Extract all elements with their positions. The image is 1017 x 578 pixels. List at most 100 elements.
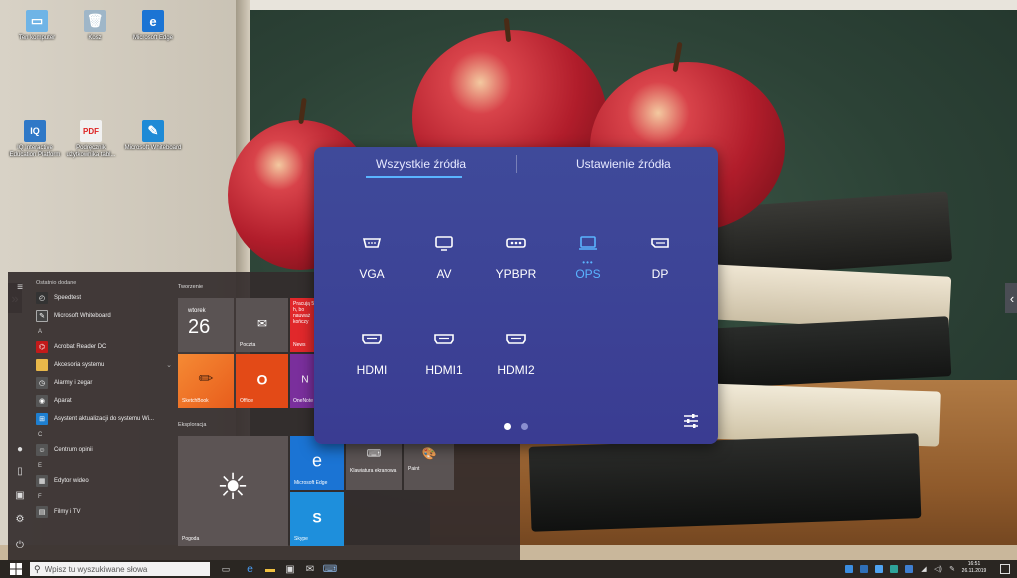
app-item-alarms[interactable]: ◷ Alarmy i zegar [36,374,172,392]
app-item-speedtest[interactable]: ◴ Speedtest [36,289,172,307]
tab-divider [516,155,517,173]
taskbar-clock[interactable]: 16:51 26.11.2019 [957,561,991,575]
desktop-icon-label: Microsoft Edge [132,35,174,41]
desktop-icon-whiteboard[interactable]: ✎ Microsoft Whiteboard [124,120,182,152]
paint-tile[interactable]: 🎨 Paint [404,436,454,490]
app-item-acrobat[interactable]: ⌬ Acrobat Reader DC [36,338,172,356]
clock-date: 26.11.2019 [961,568,987,574]
video-editor-icon: ▦ [36,475,48,487]
store-icon[interactable]: ▣ [284,563,296,575]
search-input[interactable] [44,564,195,574]
documents-icon[interactable]: ▯ [13,464,27,478]
keyboard-taskbar-icon[interactable]: ⌨ [323,563,337,575]
pictures-icon[interactable]: ▣ [13,488,27,502]
search-icon: ⚲ [34,563,41,574]
tile-label: SketchBook [182,398,209,404]
source-ypbpr[interactable]: YPBPR [488,233,544,281]
pencil-icon: ✏ [198,368,214,389]
desktop-icon-this-pc[interactable]: ▭ Ten komputer [8,10,66,42]
computer-icon: ▭ [26,10,48,32]
source-label: HDMI [356,363,388,377]
app-item-movies[interactable]: ▤ Filmy i TV [36,503,172,521]
tile-label: Microsoft Edge [294,480,328,486]
source-tabs: Wszystkie źródła Ustawienie źródła [314,147,718,181]
source-label: AV [436,267,452,281]
source-label: OPS [575,267,601,281]
app-item-accessories[interactable]: Akcesoria systemu ⌄ [36,356,172,374]
av-icon [435,236,453,251]
source-hdmi1[interactable]: HDMI1 [416,329,472,377]
app-item-feedback[interactable]: ☺ Centrum opinii [36,441,172,459]
notification-center-icon[interactable] [1000,564,1010,574]
mail-tile[interactable]: ✉ Poczta [236,298,288,352]
tab-source-settings[interactable]: Ustawienie źródła [576,157,671,171]
film-icon: ▤ [36,506,48,518]
tile-label: Paint [408,466,420,472]
sliders-settings-icon[interactable] [682,412,700,430]
file-explorer-icon[interactable]: ▬ [264,563,276,575]
right-side-panel-handle[interactable]: ‹ [1005,283,1017,313]
tray-app-icon[interactable] [905,565,913,573]
edge-icon: e [142,10,164,32]
letter-header-c[interactable]: C [36,428,172,441]
source-vga[interactable]: VGA [344,233,400,281]
source-label: YPBPR [495,267,537,281]
ypbpr-icon [506,238,526,248]
tray-app-icon[interactable] [875,565,883,573]
keyboard-tile[interactable]: ⌨ Klawiatura ekranowa [346,436,402,490]
ops-icon [579,236,597,250]
tile-label: Skype [294,536,308,542]
pdf-icon: PDF [80,120,102,142]
source-av[interactable]: AV [416,233,472,281]
calendar-day: wtorek [188,308,206,314]
volume-icon[interactable]: ◁) [932,563,944,575]
weather-tile[interactable]: ☀ Pogoda [178,436,288,546]
app-item-update-assistant[interactable]: ⊞ Asystent aktualizacji do systemu Wi... [36,410,172,428]
mail-icon: ✉ [256,316,268,331]
selected-indicator: ••• [582,258,594,267]
source-hdmi[interactable]: HDMI [344,329,400,377]
desktop-icon-recycle-bin[interactable]: 🗑 Kosz [66,10,124,42]
taskbar-search-box[interactable]: ⚲ [30,562,210,576]
skype-tile[interactable]: S Skype [290,492,344,546]
app-list: Ostatnio dodane ◴ Speedtest ✎ Microsoft … [36,276,172,521]
page-dot-active[interactable] [504,423,511,430]
source-dp[interactable]: DP [632,233,688,281]
source-hdmi2[interactable]: HDMI2 [488,329,544,377]
tile-group-create: Tworzenie [178,284,204,290]
edge-tile[interactable]: e Microsoft Edge [290,436,344,490]
letter-header-a[interactable]: A [36,325,172,338]
app-item-whiteboard[interactable]: ✎ Microsoft Whiteboard [36,307,172,325]
tray-app-icon[interactable] [845,565,853,573]
mail-taskbar-icon[interactable]: ✉ [304,563,316,575]
desktop-icon-user-manual[interactable]: PDF Podręcznik użytkownika tabl... [62,120,120,159]
desktop-icon-edge[interactable]: e Microsoft Edge [124,10,182,42]
windows-start-icon[interactable] [10,563,22,575]
user-avatar-icon[interactable]: ● [13,442,27,456]
tab-all-sources[interactable]: Wszystkie źródła [376,157,466,171]
camera-icon: ◉ [36,395,48,407]
expand-menu-icon[interactable]: ≡ [13,280,27,294]
power-icon[interactable]: ⏻ [13,538,27,552]
iq-platform-icon: IQ [24,120,46,142]
app-item-video-editor[interactable]: ▦ Edytor wideo [36,472,172,490]
edge-taskbar-icon[interactable]: e [244,563,256,575]
tray-app-icon[interactable] [860,565,868,573]
letter-header-e[interactable]: E [36,459,172,472]
tray-app-icon[interactable] [890,565,898,573]
calendar-tile[interactable]: wtorek 26 [178,298,234,352]
page-dot[interactable] [521,423,528,430]
desktop-icon-label: IQ Interactive Education Platform [9,145,61,158]
office-tile[interactable]: O Office [236,354,288,408]
wallpaper-book [528,433,922,532]
desktop-icon-label: Ten komputer [18,35,56,41]
task-view-icon[interactable]: ▭ [220,563,232,575]
settings-gear-icon[interactable]: ⚙ [13,512,27,526]
network-icon[interactable]: ◢ [918,563,930,575]
desktop-icon-iq-platform[interactable]: IQ IQ Interactive Education Platform [6,120,64,159]
letter-header-f[interactable]: F [36,490,172,503]
tile-label: OneNote [293,398,314,404]
source-ops[interactable]: ••• OPS [560,233,616,281]
sketchbook-tile[interactable]: ✏ SketchBook [178,354,234,408]
app-item-camera[interactable]: ◉ Aparat [36,392,172,410]
